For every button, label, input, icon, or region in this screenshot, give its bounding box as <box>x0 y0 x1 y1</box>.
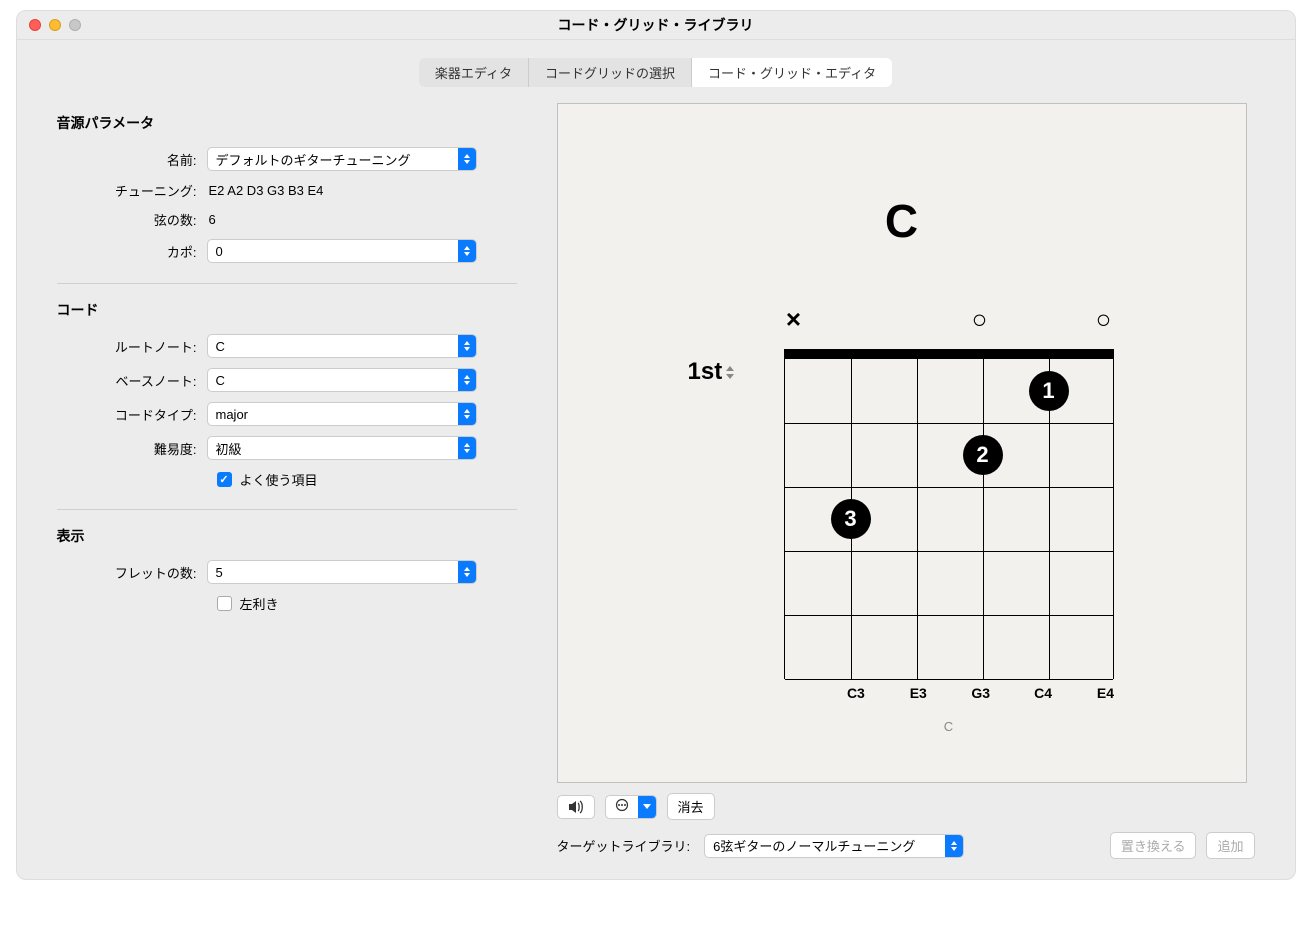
select-root-note[interactable]: C <box>207 334 477 358</box>
label-difficulty: 難易度: <box>57 439 207 458</box>
window: コード・グリッド・ライブラリ 楽器エディタ コードグリッドの選択 コード・グリッ… <box>16 10 1296 880</box>
finger-dot[interactable]: 3 <box>831 499 871 539</box>
divider <box>57 283 517 284</box>
segmented-control: 楽器エディタ コードグリッドの選択 コード・グリッド・エディタ <box>419 58 892 87</box>
chevron-updown-icon <box>458 403 476 425</box>
select-fret-count[interactable]: 5 <box>207 560 477 584</box>
string-marker-blank <box>846 304 866 335</box>
note-label: C4 <box>1029 685 1057 701</box>
chevron-updown-icon <box>945 835 963 857</box>
divider <box>57 509 517 510</box>
fretboard-area: 1st × ○ ○ 12 3 C3 E3 G3 C4 E4 C <box>684 304 1120 734</box>
select-root-note-value: C <box>216 339 225 354</box>
select-capo-value: 0 <box>216 244 223 259</box>
chevron-updown-icon <box>458 148 476 170</box>
note-label: E4 <box>1091 685 1119 701</box>
chord-display-name: C <box>885 194 918 248</box>
label-chord-type: コードタイプ: <box>57 405 207 424</box>
select-target-library[interactable]: 6弦ギターのノーマルチューニング <box>704 834 964 858</box>
section-sound-params: 音源パラメータ <box>57 113 517 133</box>
nut <box>784 349 1114 359</box>
label-fret-count: フレットの数: <box>57 563 207 582</box>
select-bass-note-value: C <box>216 373 225 388</box>
label-tuning: チューニング: <box>57 181 207 200</box>
finger-dot[interactable]: 2 <box>963 435 1003 475</box>
content-area: 音源パラメータ 名前: デフォルトのギターチューニング チューニング: E2 A… <box>17 103 1295 879</box>
chevron-updown-icon <box>458 335 476 357</box>
label-favorite: よく使う項目 <box>240 470 318 489</box>
tab-chord-grid-editor[interactable]: コード・グリッド・エディタ <box>692 58 892 87</box>
grid-wrap: 12 3 <box>784 349 1120 679</box>
string-marker-blank <box>1032 304 1052 335</box>
tab-instrument-editor[interactable]: 楽器エディタ <box>419 58 529 87</box>
select-name[interactable]: デフォルトのギターチューニング <box>207 147 477 171</box>
note-label: E3 <box>904 685 932 701</box>
target-library-row: ターゲットライブラリ: 6弦ギターのノーマルチューニング 置き換える 追加 <box>557 832 1255 859</box>
window-title: コード・グリッド・ライブラリ <box>17 15 1295 35</box>
chevron-updown-icon <box>458 561 476 583</box>
stepper-icon <box>726 366 734 379</box>
select-difficulty[interactable]: 初級 <box>207 436 477 460</box>
finger-dot[interactable]: 1 <box>1029 371 1069 411</box>
select-fret-count-value: 5 <box>216 565 223 580</box>
section-display: 表示 <box>57 526 517 546</box>
select-chord-type-value: major <box>216 407 249 422</box>
muted-string-icon: × <box>784 304 804 335</box>
fretboard-grid[interactable]: 12 3 <box>784 359 1114 679</box>
label-strings: 弦の数: <box>57 210 207 229</box>
checkbox-favorite[interactable] <box>217 472 232 487</box>
open-string-icon: ○ <box>970 304 990 335</box>
label-root-note: ルートノート: <box>57 337 207 356</box>
chevron-updown-icon <box>458 369 476 391</box>
value-tuning: E2 A2 D3 G3 B3 E4 <box>207 183 517 198</box>
chord-sublabel: C <box>784 719 1114 734</box>
label-lefty: 左利き <box>240 594 279 613</box>
select-bass-note[interactable]: C <box>207 368 477 392</box>
fret-position-stepper[interactable]: 1st <box>688 358 735 386</box>
label-bass-note: ベースノート: <box>57 371 207 390</box>
label-name: 名前: <box>57 150 207 169</box>
checkbox-lefty[interactable] <box>217 596 232 611</box>
chevron-updown-icon <box>458 437 476 459</box>
note-label: G3 <box>967 685 995 701</box>
note-labels-row: C3 E3 G3 C4 E4 <box>780 685 1120 701</box>
chevron-down-icon <box>638 796 656 818</box>
note-label <box>780 685 808 701</box>
clear-button[interactable]: 消去 <box>667 793 715 820</box>
tab-bar: 楽器エディタ コードグリッドの選択 コード・グリッド・エディタ <box>17 40 1295 103</box>
value-strings: 6 <box>207 212 517 227</box>
select-capo[interactable]: 0 <box>207 239 477 263</box>
string-markers-row: × ○ ○ <box>784 304 1114 335</box>
label-capo: カポ: <box>57 242 207 261</box>
select-chord-type[interactable]: major <box>207 402 477 426</box>
ellipsis-icon <box>606 798 638 815</box>
note-label: C3 <box>842 685 870 701</box>
options-dropdown-button[interactable] <box>605 795 657 819</box>
select-name-value: デフォルトのギターチューニング <box>216 150 411 169</box>
string-marker-blank <box>908 304 928 335</box>
titlebar: コード・グリッド・ライブラリ <box>17 11 1295 40</box>
chevron-updown-icon <box>458 240 476 262</box>
select-difficulty-value: 初級 <box>216 439 242 458</box>
add-button[interactable]: 追加 <box>1206 832 1254 859</box>
bottom-controls: 消去 <box>557 793 1255 820</box>
select-target-library-value: 6弦ギターのノーマルチューニング <box>713 836 915 855</box>
replace-button[interactable]: 置き換える <box>1110 832 1197 859</box>
open-string-icon: ○ <box>1094 304 1114 335</box>
tab-chord-grid-select[interactable]: コードグリッドの選択 <box>529 58 692 87</box>
right-panel: C 1st × ○ ○ 12 3 C3 E3 G3 C4 E4 C <box>557 103 1255 859</box>
chord-diagram-panel: C 1st × ○ ○ 12 3 C3 E3 G3 C4 E4 C <box>557 103 1247 783</box>
section-chord: コード <box>57 300 517 320</box>
left-panel: 音源パラメータ 名前: デフォルトのギターチューニング チューニング: E2 A… <box>57 103 517 859</box>
label-target-library: ターゲットライブラリ: <box>557 836 691 855</box>
fret-position-label: 1st <box>688 358 723 386</box>
speaker-icon <box>568 800 584 814</box>
play-sound-button[interactable] <box>557 795 595 819</box>
